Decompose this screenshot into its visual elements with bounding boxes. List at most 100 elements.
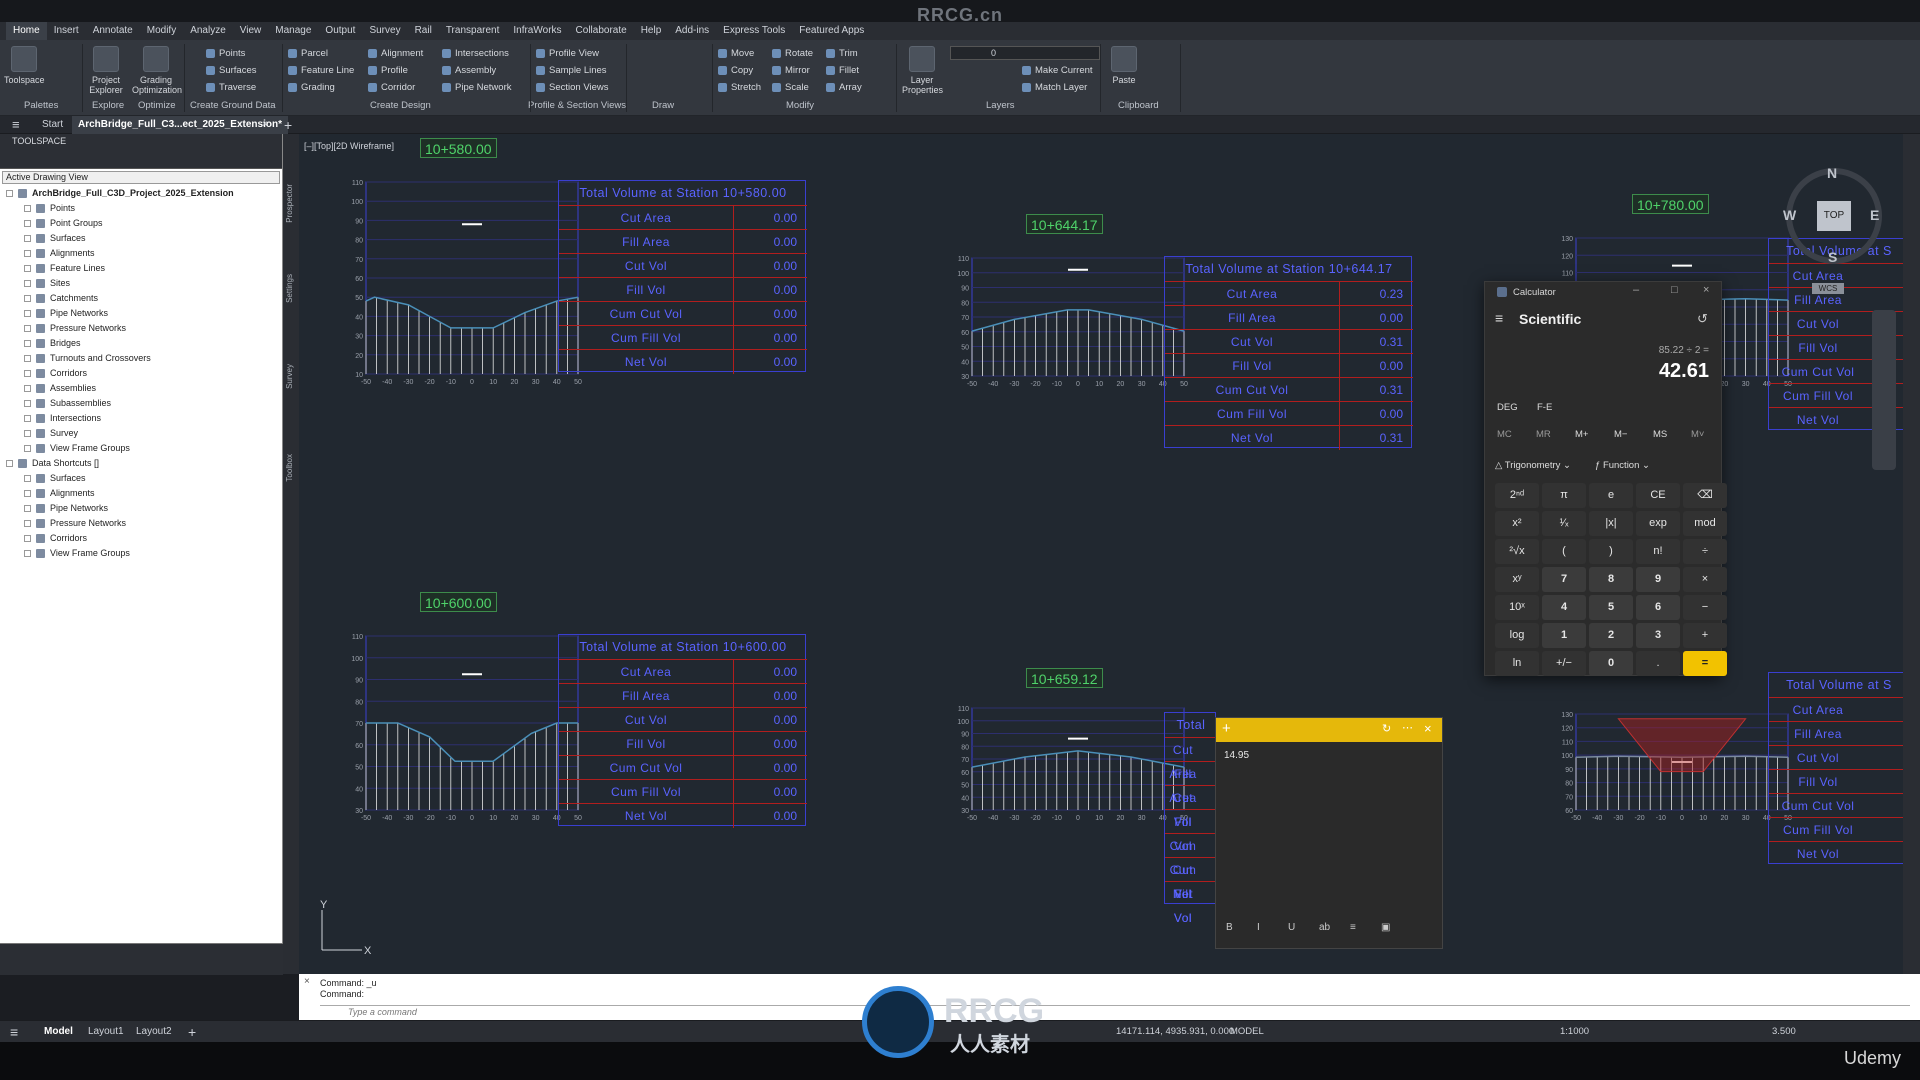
sticky-format-button[interactable]: I: [1257, 922, 1260, 933]
calc-key[interactable]: ÷: [1683, 539, 1727, 564]
calc-key[interactable]: 10ˣ: [1495, 595, 1539, 620]
drawing-view-dropdown[interactable]: Active Drawing View: [2, 171, 280, 184]
tree-item[interactable]: ArchBridge_Full_C3D_Project_2025_Extensi…: [0, 186, 282, 201]
calc-key[interactable]: 4: [1542, 595, 1586, 620]
profile-button[interactable]: Profile: [368, 63, 408, 78]
tree-expander[interactable]: [6, 190, 13, 197]
sticky-format-button[interactable]: B: [1226, 922, 1233, 933]
maximize-icon[interactable]: □: [1671, 284, 1678, 296]
model-space-button[interactable]: MODEL: [1230, 1021, 1264, 1043]
volume-table[interactable]: Total Volume at Station 10+580.00 Cut Are…: [558, 180, 807, 374]
assembly-button[interactable]: Assembly: [442, 63, 496, 78]
more-options-icon[interactable]: ⋯: [1402, 721, 1413, 734]
calc-key[interactable]: −: [1683, 595, 1727, 620]
menu-tab-express-tools[interactable]: Express Tools: [716, 22, 792, 40]
tree-item[interactable]: Pipe Networks: [0, 306, 282, 321]
volume-table[interactable]: Total Cut Area Fill Area Cut Vol Fill Vol Cum…: [1164, 712, 1217, 925]
viewcube-top-face[interactable]: TOP: [1817, 201, 1851, 231]
add-note-icon[interactable]: +: [1222, 720, 1231, 737]
calc-key[interactable]: x²: [1495, 511, 1539, 536]
tree-item[interactable]: Data Shortcuts []: [0, 456, 282, 471]
close-note-icon[interactable]: ×: [1424, 721, 1432, 736]
menu-tab-analyze[interactable]: Analyze: [183, 22, 233, 40]
tree-item[interactable]: Bridges: [0, 336, 282, 351]
calc-key[interactable]: log: [1495, 623, 1539, 648]
tree-item[interactable]: View Frame Groups: [0, 546, 282, 561]
menu-tab-insert[interactable]: Insert: [47, 22, 86, 40]
menu-tab-collaborate[interactable]: Collaborate: [569, 22, 634, 40]
calc-key[interactable]: 7: [1542, 567, 1586, 592]
tree-expander[interactable]: [24, 535, 31, 542]
history-icon[interactable]: ↺: [1697, 311, 1708, 327]
surfaces-button[interactable]: Surfaces: [206, 63, 257, 78]
calc-key[interactable]: e: [1589, 483, 1633, 508]
tab-model[interactable]: Model: [44, 1021, 73, 1043]
fe-button[interactable]: F-E: [1537, 402, 1552, 413]
tree-item[interactable]: Intersections: [0, 411, 282, 426]
hamburger-menu-icon[interactable]: ≡: [1495, 310, 1503, 326]
tree-expander[interactable]: [24, 445, 31, 452]
sync-icon[interactable]: ↻: [1382, 722, 1391, 735]
menu-tab-view[interactable]: View: [233, 22, 269, 40]
volume-table[interactable]: Total Volume at S Cut Area Fill Area Cut Vo…: [1768, 672, 1909, 864]
layout-menu-icon[interactable]: ≡: [10, 1021, 18, 1043]
scale-button[interactable]: Scale: [772, 80, 809, 95]
tree-expander[interactable]: [24, 295, 31, 302]
trigonometry-dropdown[interactable]: △ Trigonometry ⌄: [1495, 460, 1571, 471]
calc-key[interactable]: 6: [1636, 595, 1680, 620]
calc-key[interactable]: 9: [1636, 567, 1680, 592]
section-view[interactable]: 110 100 90 80 70 60 50 40 30 -50 -40 -30 -20 -10 0 10 20…: [952, 704, 1194, 829]
menu-tab-home[interactable]: Home: [6, 22, 47, 40]
calc-key[interactable]: 0: [1589, 651, 1633, 676]
tree-item[interactable]: Pressure Networks: [0, 321, 282, 336]
calc-key[interactable]: +: [1683, 623, 1727, 648]
tree-item[interactable]: View Frame Groups: [0, 441, 282, 456]
calc-key[interactable]: 3: [1636, 623, 1680, 648]
add-layout-icon[interactable]: +: [188, 1021, 196, 1043]
points-button[interactable]: Points: [206, 46, 245, 61]
calc-key[interactable]: 2: [1589, 623, 1633, 648]
tree-item[interactable]: Assemblies: [0, 381, 282, 396]
traverse-button[interactable]: Traverse: [206, 80, 256, 95]
tree-expander[interactable]: [24, 385, 31, 392]
calc-key[interactable]: .: [1636, 651, 1680, 676]
tab-layout2[interactable]: Layout2: [136, 1021, 172, 1043]
trim-button[interactable]: Trim: [826, 46, 858, 61]
menu-tab-add-ins[interactable]: Add-ins: [668, 22, 716, 40]
tree-item[interactable]: Point Groups: [0, 216, 282, 231]
tree-item[interactable]: Alignments: [0, 246, 282, 261]
section-view[interactable]: 130 120 110 100 90 80 70 60 -50 -40 -30 -20 -10 0 10 20…: [1556, 710, 1798, 829]
sticky-note-text[interactable]: 14.95: [1224, 750, 1249, 761]
tree-expander[interactable]: [24, 325, 31, 332]
corridor-button[interactable]: Corridor: [368, 80, 415, 95]
close-tab-icon[interactable]: ×: [256, 116, 274, 134]
sticky-format-button[interactable]: ≡: [1350, 922, 1356, 933]
tree-item[interactable]: Points: [0, 201, 282, 216]
menu-tab-infraworks[interactable]: InfraWorks: [506, 22, 568, 40]
calc-key[interactable]: ×: [1683, 567, 1727, 592]
layer-properties-button[interactable]: Layer Properties: [902, 46, 943, 95]
tree-expander[interactable]: [24, 490, 31, 497]
calc-key[interactable]: mod: [1683, 511, 1727, 536]
menu-tab-featured-apps[interactable]: Featured Apps: [792, 22, 871, 40]
menu-tab-annotate[interactable]: Annotate: [86, 22, 140, 40]
tree-item[interactable]: Alignments: [0, 486, 282, 501]
wcs-button[interactable]: WCS: [1812, 283, 1844, 294]
parcel-button[interactable]: Parcel: [288, 46, 328, 61]
sticky-format-button[interactable]: ▣: [1381, 922, 1390, 933]
tree-expander[interactable]: [24, 235, 31, 242]
tree-expander[interactable]: [24, 415, 31, 422]
array-button[interactable]: Array: [826, 80, 862, 95]
app-menu-icon[interactable]: ≡: [6, 116, 26, 134]
tree-item[interactable]: Subassemblies: [0, 396, 282, 411]
new-tab-icon[interactable]: +: [278, 116, 298, 134]
station-label[interactable]: 10+659.12: [1026, 668, 1103, 688]
tree-expander[interactable]: [24, 400, 31, 407]
tab-start[interactable]: Start: [36, 116, 69, 134]
grading-button[interactable]: Grading: [288, 80, 335, 95]
sticky-format-button[interactable]: U: [1288, 922, 1295, 933]
tree-item[interactable]: Surfaces: [0, 471, 282, 486]
tree-item[interactable]: Catchments: [0, 291, 282, 306]
tab-settings[interactable]: Settings: [285, 274, 297, 303]
memory-store-button[interactable]: MS: [1653, 429, 1667, 440]
